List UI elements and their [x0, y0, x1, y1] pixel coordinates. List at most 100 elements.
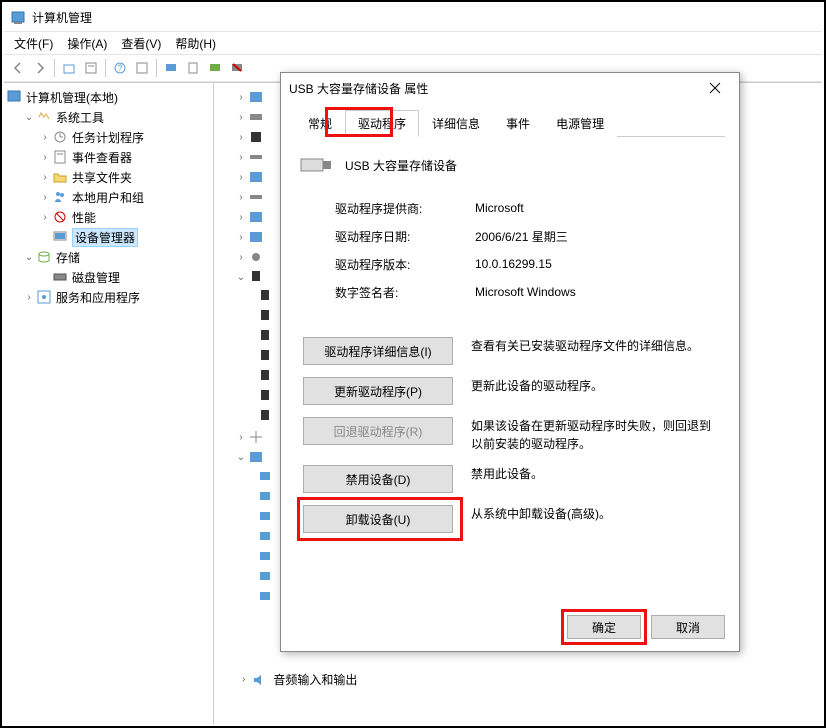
device-item[interactable] — [218, 567, 278, 587]
device-item[interactable] — [218, 527, 278, 547]
device-category[interactable]: › — [218, 147, 278, 167]
device-item[interactable] — [218, 307, 278, 327]
device-category-audio[interactable]: › 音频输入和输出 — [242, 671, 357, 688]
device-category[interactable]: › — [218, 247, 278, 267]
device-category[interactable]: › — [218, 87, 278, 107]
chevron-right-icon[interactable]: › — [38, 152, 52, 163]
dialog-titlebar: USB 大容量存储设备 属性 — [281, 73, 739, 103]
dialog-title: USB 大容量存储设备 属性 — [289, 80, 428, 97]
tree-root[interactable]: 计算机管理(本地) — [6, 87, 211, 107]
device-category[interactable]: › — [218, 207, 278, 227]
toolbar-disable-icon[interactable] — [227, 58, 247, 78]
audio-icon — [251, 672, 267, 688]
svg-text:?: ? — [117, 63, 122, 73]
device-category[interactable]: › — [218, 227, 278, 247]
menu-help[interactable]: 帮助(H) — [169, 33, 222, 54]
device-category[interactable]: › — [218, 167, 278, 187]
chevron-right-icon[interactable]: › — [242, 674, 245, 685]
annotation-highlight — [561, 609, 647, 645]
toolbar-back-icon[interactable] — [8, 58, 28, 78]
device-item[interactable] — [218, 367, 278, 387]
menu-file[interactable]: 文件(F) — [8, 33, 59, 54]
dialog-footer: 确定 取消 — [281, 603, 739, 651]
tree-performance[interactable]: › 性能 — [38, 207, 211, 227]
tree-services[interactable]: › 服务和应用程序 — [22, 287, 211, 307]
annotation-highlight — [325, 107, 393, 137]
chevron-down-icon[interactable]: ⌄ — [22, 252, 36, 263]
info-version: 驱动程序版本: 10.0.16299.15 — [335, 253, 685, 275]
device-item[interactable] — [218, 507, 278, 527]
tree-local-users[interactable]: › 本地用户和组 — [38, 187, 211, 207]
tree-task-scheduler[interactable]: › 任务计划程序 — [38, 127, 211, 147]
tree-system-tools[interactable]: ⌄ 系统工具 — [22, 107, 211, 127]
device-item[interactable] — [218, 467, 278, 487]
device-category[interactable]: › — [218, 107, 278, 127]
device-header: USB 大容量存储设备 — [299, 153, 721, 177]
annotation-highlight — [297, 497, 463, 541]
toolbar-forward-icon[interactable] — [30, 58, 50, 78]
chevron-right-icon[interactable]: › — [38, 192, 52, 203]
toolbar-device-icon[interactable] — [161, 58, 181, 78]
chevron-right-icon[interactable]: › — [38, 132, 52, 143]
device-item[interactable] — [218, 327, 278, 347]
tab-events[interactable]: 事件 — [493, 110, 543, 137]
device-category[interactable]: ⌄ — [218, 267, 278, 287]
tab-details[interactable]: 详细信息 — [419, 110, 493, 137]
driver-details-button[interactable]: 驱动程序详细信息(I) — [303, 337, 453, 365]
device-category[interactable]: › — [218, 427, 278, 447]
action-disable-device: 禁用设备(D) 禁用此设备。 — [303, 465, 717, 493]
device-item[interactable] — [218, 387, 278, 407]
menu-view[interactable]: 查看(V) — [115, 33, 167, 54]
chevron-right-icon[interactable]: › — [38, 172, 52, 183]
usb-device-icon — [299, 153, 331, 177]
tab-power[interactable]: 电源管理 — [543, 110, 617, 137]
tree-storage[interactable]: ⌄ 存储 — [22, 247, 211, 267]
menu-action[interactable]: 操作(A) — [61, 33, 113, 54]
cancel-button[interactable]: 取消 — [651, 615, 725, 639]
device-item[interactable] — [218, 287, 278, 307]
toolbar-separator — [156, 59, 157, 77]
properties-dialog: USB 大容量存储设备 属性 常规 驱动程序 详细信息 事件 电源管理 USB … — [280, 72, 740, 652]
tree-shared-folders[interactable]: › 共享文件夹 — [38, 167, 211, 187]
toolbar-up-icon[interactable] — [59, 58, 79, 78]
toolbar-scan-icon[interactable] — [183, 58, 203, 78]
toolbar-separator — [105, 59, 106, 77]
toolbar-help-icon[interactable]: ? — [110, 58, 130, 78]
action-driver-details: 驱动程序详细信息(I) 查看有关已安装驱动程序文件的详细信息。 — [303, 337, 717, 365]
toolbar-refresh-icon[interactable] — [132, 58, 152, 78]
device-item[interactable] — [218, 487, 278, 507]
disable-device-button[interactable]: 禁用设备(D) — [303, 465, 453, 493]
info-provider: 驱动程序提供商: Microsoft — [335, 197, 685, 219]
tree-device-manager[interactable]: 设备管理器 — [38, 227, 211, 247]
tree-event-viewer[interactable]: › 事件查看器 — [38, 147, 211, 167]
device-name: USB 大容量存储设备 — [345, 157, 457, 174]
window-title: 计算机管理 — [32, 9, 92, 26]
device-category[interactable]: › — [218, 127, 278, 147]
chevron-down-icon: ⌄ — [234, 272, 248, 283]
update-driver-button[interactable]: 更新驱动程序(P) — [303, 377, 453, 405]
device-category[interactable]: ⌄ — [218, 447, 278, 467]
device-category[interactable]: › — [218, 187, 278, 207]
app-icon — [10, 10, 26, 26]
chevron-down-icon: ⌄ — [234, 452, 248, 463]
toolbar-enable-icon[interactable] — [205, 58, 225, 78]
device-item[interactable] — [218, 587, 278, 607]
main-window-titlebar: 计算机管理 — [4, 4, 822, 32]
action-uninstall-device: 卸载设备(U) 从系统中卸载设备(高级)。 — [303, 505, 717, 533]
toolbar-separator — [54, 59, 55, 77]
device-item[interactable] — [218, 347, 278, 367]
info-signer: 数字签名者: Microsoft Windows — [335, 281, 685, 303]
tree-disk-management[interactable]: 磁盘管理 — [38, 267, 211, 287]
device-item[interactable] — [218, 547, 278, 567]
action-rollback-driver: 回退驱动程序(R) 如果该设备在更新驱动程序时失败，则回退到以前安装的驱动程序。 — [303, 417, 717, 453]
info-date: 驱动程序日期: 2006/6/21 星期三 — [335, 225, 685, 247]
chevron-right-icon[interactable]: › — [38, 212, 52, 223]
chevron-right-icon[interactable]: › — [22, 292, 36, 303]
rollback-driver-button: 回退驱动程序(R) — [303, 417, 453, 445]
chevron-down-icon[interactable]: ⌄ — [22, 112, 36, 123]
action-update-driver: 更新驱动程序(P) 更新此设备的驱动程序。 — [303, 377, 717, 405]
device-item[interactable] — [218, 407, 278, 427]
close-button[interactable] — [699, 76, 731, 100]
toolbar-properties-icon[interactable] — [81, 58, 101, 78]
device-category-label: 音频输入和输出 — [273, 671, 357, 688]
